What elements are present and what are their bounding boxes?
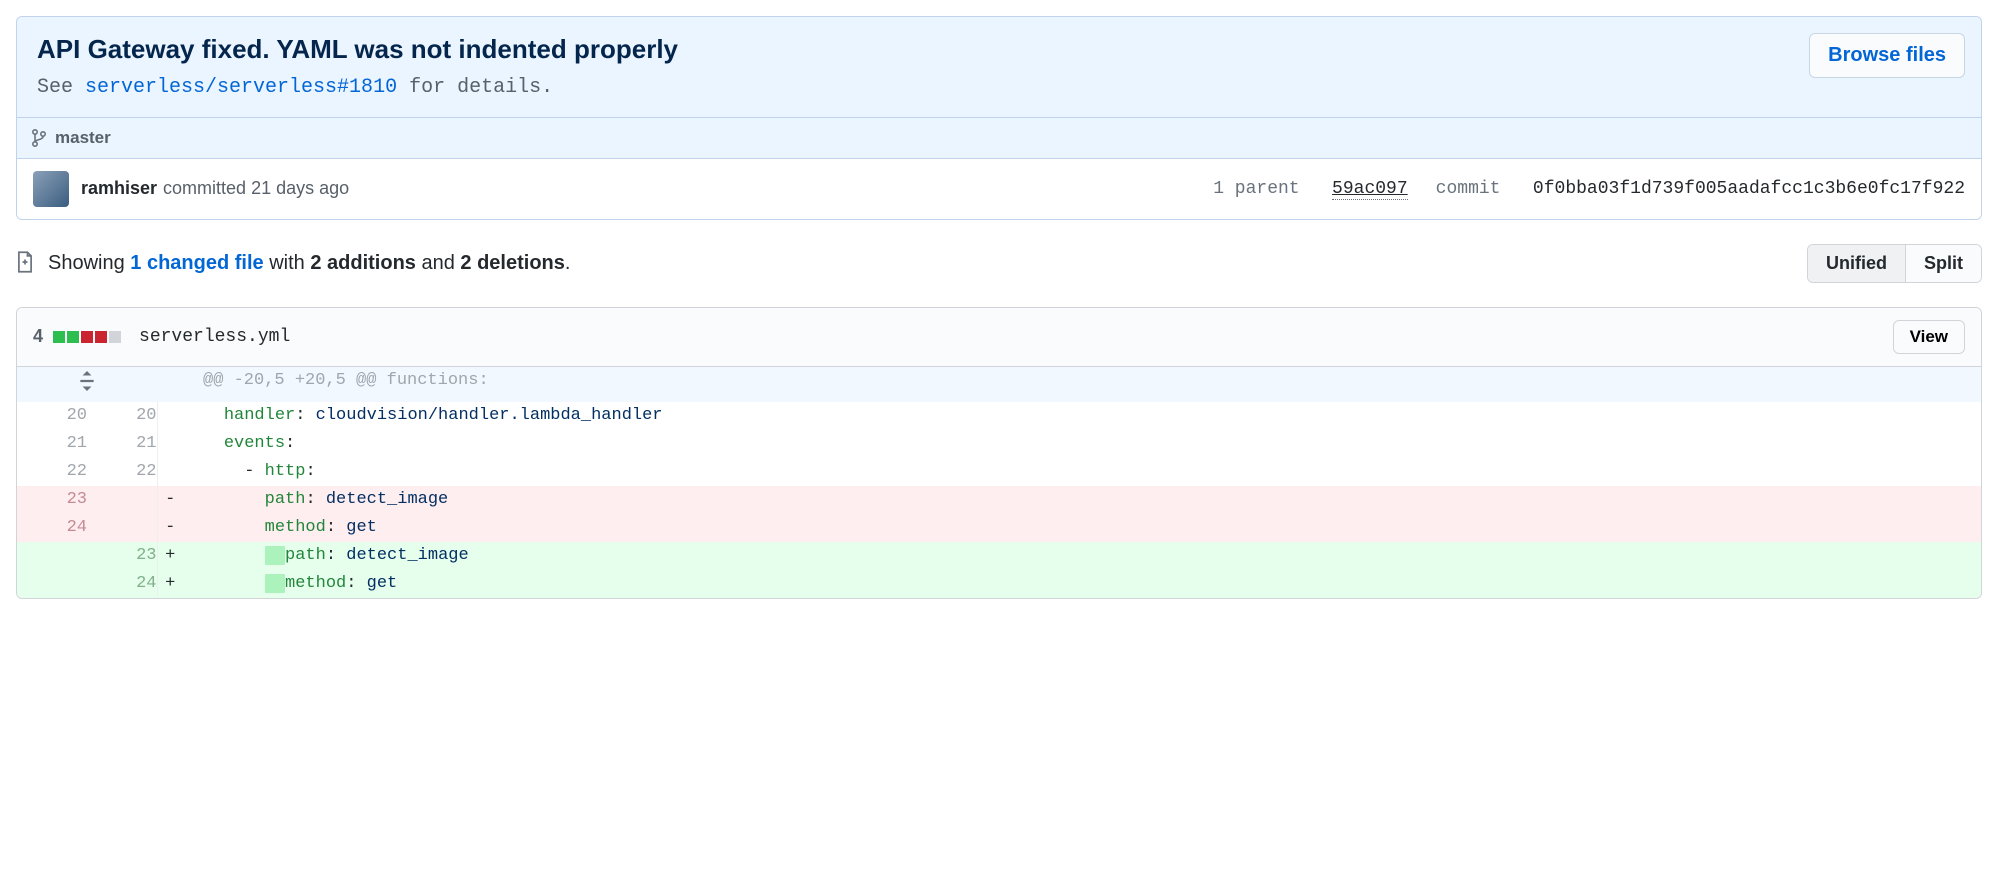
line-number-new[interactable]: 22 [87,458,157,486]
deletions-count: 2 deletions [460,252,564,274]
changed-files-link[interactable]: 1 changed file [130,252,263,274]
diff-toolbar: Showing 1 changed file with 2 additions … [16,244,1982,283]
line-number-old[interactable]: 21 [17,430,87,458]
parent-block: 1 parent 59ac097 [1213,179,1407,199]
desc-prefix: See [37,76,85,99]
line-number-old[interactable] [17,542,87,570]
diff-icon [16,251,36,275]
diffstat-del-square [81,331,93,343]
hunk-header-text: @@ -20,5 +20,5 @@ functions: [183,367,1981,402]
diff-marker [157,402,183,430]
hunk-header-row: @@ -20,5 +20,5 @@ functions: [17,367,1981,402]
diffstat-add-square [67,331,79,343]
issue-link[interactable]: serverless/serverless#1810 [85,76,397,99]
browse-files-button[interactable]: Browse files [1809,33,1965,78]
code-cell: handler: cloudvision/handler.lambda_hand… [183,402,1981,430]
code-cell: method: get [183,570,1981,598]
branch-name[interactable]: master [55,128,111,148]
line-number-old[interactable]: 22 [17,458,87,486]
line-number-new[interactable]: 21 [87,430,157,458]
diff-line: 2222 - http: [17,458,1981,486]
code-cell: - http: [183,458,1981,486]
line-number-new[interactable] [87,514,157,542]
line-number-old[interactable]: 24 [17,514,87,542]
file-changes-count: 4 [33,326,43,347]
showing-prefix: Showing [48,252,130,274]
view-mode-group: Unified Split [1807,244,1982,283]
commit-head: API Gateway fixed. YAML was not indented… [17,17,1981,117]
showing-text: Showing 1 changed file with 2 additions … [48,252,570,275]
commit-meta-bar: ramhiser committed 21 days ago 1 parent … [17,158,1981,219]
diff-line: 24 - method: get [17,514,1981,542]
commit-title: API Gateway fixed. YAML was not indented… [37,33,1961,66]
view-file-button[interactable]: View [1893,320,1965,354]
commit-meta-right: 1 parent 59ac097 commit 0f0bba03f1d739f0… [1213,179,1965,199]
desc-suffix: for details. [397,76,553,99]
line-number-new[interactable]: 23 [87,542,157,570]
with-text: with [264,252,311,274]
line-number-old[interactable] [17,570,87,598]
committed-text: committed 21 days ago [163,178,349,199]
diff-line: 23 - path: detect_image [17,486,1981,514]
code-cell: method: get [183,514,1981,542]
branch-icon [31,128,47,148]
diff-line: 2020 handler: cloudvision/handler.lambda… [17,402,1981,430]
expand-hunk[interactable] [17,367,157,402]
commit-sha: 0f0bba03f1d739f005aadafcc1c3b6e0fc17f922 [1533,179,1965,199]
diff-marker: - [157,486,183,514]
diff-table: @@ -20,5 +20,5 @@ functions: 2020 handle… [17,367,1981,598]
diffstat-add-square [53,331,65,343]
diff-marker: + [157,542,183,570]
commit-branch-bar: master [17,117,1981,158]
line-number-old[interactable]: 20 [17,402,87,430]
line-number-new[interactable]: 24 [87,570,157,598]
unified-button[interactable]: Unified [1808,245,1905,282]
avatar[interactable] [33,171,69,207]
line-number-old[interactable]: 23 [17,486,87,514]
code-cell: events: [183,430,1981,458]
commit-card: API Gateway fixed. YAML was not indented… [16,16,1982,220]
diff-line: 23+ path: detect_image [17,542,1981,570]
additions-count: 2 additions [310,252,416,274]
split-button[interactable]: Split [1905,245,1981,282]
and-text: and [416,252,460,274]
file-diff-box: 4 serverless.yml View [16,307,1982,599]
view-mode-buttons: Unified Split [1807,244,1982,283]
code-cell: path: detect_image [183,486,1981,514]
diff-line: 2121 events: [17,430,1981,458]
diffstat-del-square [95,331,107,343]
diff-marker [157,458,183,486]
diffstat-neutral-square [109,331,121,343]
author-name[interactable]: ramhiser [81,178,157,199]
parent-sha-link[interactable]: 59ac097 [1332,179,1408,200]
diff-line: 24+ method: get [17,570,1981,598]
period: . [565,252,571,274]
commit-block: commit 0f0bba03f1d739f005aadafcc1c3b6e0f… [1436,179,1965,199]
diffstat [53,331,121,343]
diff-marker [157,430,183,458]
line-number-new[interactable]: 20 [87,402,157,430]
line-number-new[interactable] [87,486,157,514]
diff-marker: + [157,570,183,598]
unfold-icon [78,367,96,391]
commit-description: See serverless/serverless#1810 for detai… [37,76,1961,99]
parent-label: 1 parent [1213,179,1299,199]
file-header: 4 serverless.yml View [17,308,1981,367]
commit-label: commit [1436,179,1501,199]
diff-marker: - [157,514,183,542]
file-name[interactable]: serverless.yml [139,327,290,347]
code-cell: path: detect_image [183,542,1981,570]
